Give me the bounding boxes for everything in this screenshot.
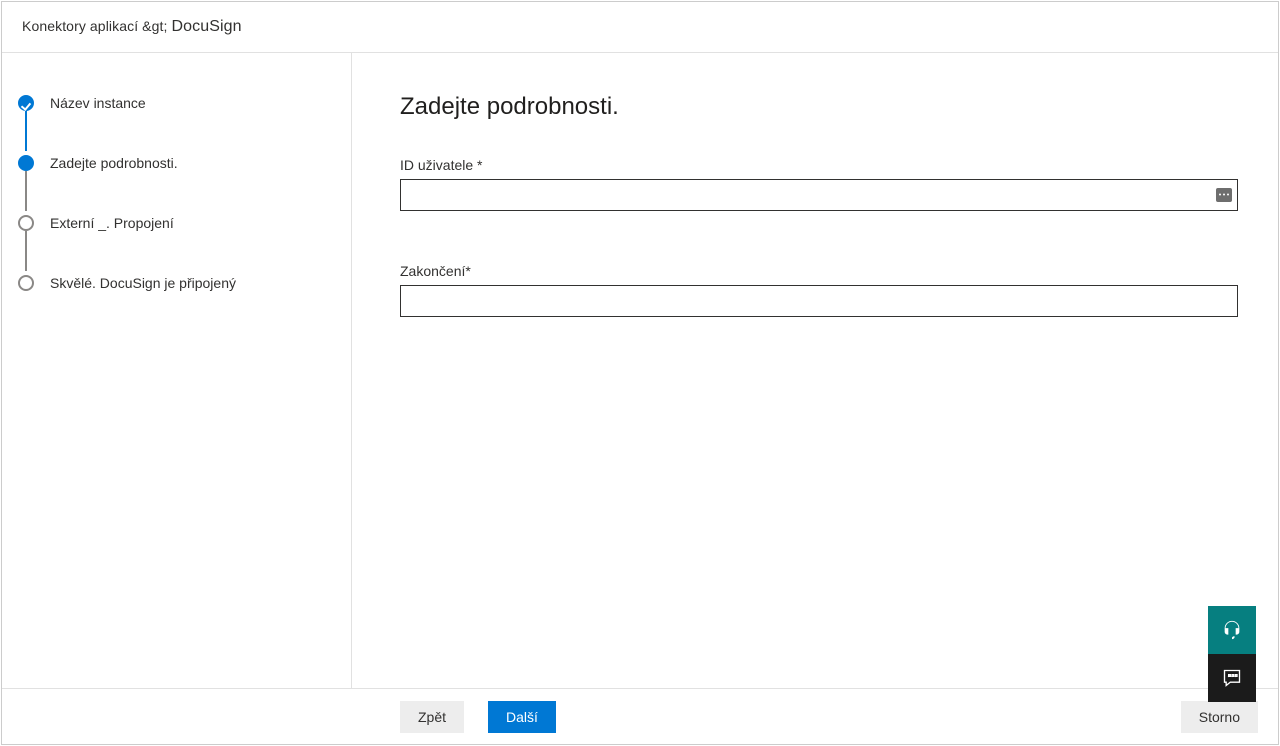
- step-connector: [25, 231, 27, 271]
- ellipsis-icon[interactable]: [1216, 188, 1232, 202]
- next-button[interactable]: Další: [488, 701, 556, 733]
- page-title: Zadejte podrobnosti.: [400, 93, 1238, 121]
- step-external-link: Externí _. Propojení: [18, 213, 335, 233]
- cancel-button[interactable]: Storno: [1181, 701, 1258, 733]
- step-label: Externí _. Propojení: [50, 215, 174, 231]
- step-sidebar: Název instance Zadejte podrobnosti. Exte…: [2, 53, 352, 688]
- floating-help-stack: [1208, 606, 1256, 702]
- step-connected: Skvělé. DocuSign je připojený: [18, 273, 335, 293]
- step-label: Název instance: [50, 95, 146, 111]
- field-user-id: ID uživatele *: [400, 157, 1238, 211]
- feedback-speech-bubble-icon[interactable]: [1208, 654, 1256, 702]
- step-enter-details: Zadejte podrobnosti.: [18, 153, 335, 173]
- step-label: Skvělé. DocuSign je připojený: [50, 275, 236, 291]
- current-step-dot-icon: [18, 155, 34, 171]
- user-id-label: ID uživatele *: [400, 157, 1238, 173]
- future-step-dot-icon: [18, 215, 34, 231]
- breadcrumb-connector-name: DocuSign: [172, 18, 242, 36]
- step-label: Zadejte podrobnosti.: [50, 155, 178, 171]
- checkmark-icon: [18, 95, 34, 111]
- back-button[interactable]: Zpět: [400, 701, 464, 733]
- breadcrumb-prefix: Konektory aplikací &gt;: [22, 18, 168, 34]
- main-content: Zadejte podrobnosti. ID uživatele * Zako…: [352, 53, 1278, 688]
- user-id-input[interactable]: [400, 179, 1238, 211]
- future-step-dot-icon: [18, 275, 34, 291]
- step-connector: [25, 171, 27, 211]
- field-termination: Zakončení*: [400, 263, 1238, 317]
- termination-label: Zakončení*: [400, 263, 1238, 279]
- wizard-footer: Zpět Další Storno: [2, 688, 1278, 744]
- breadcrumb: Konektory aplikací &gt; DocuSign: [2, 2, 1278, 53]
- step-connector: [25, 111, 27, 151]
- headset-icon[interactable]: [1208, 606, 1256, 654]
- termination-input[interactable]: [400, 285, 1238, 317]
- step-instance-name: Název instance: [18, 93, 335, 113]
